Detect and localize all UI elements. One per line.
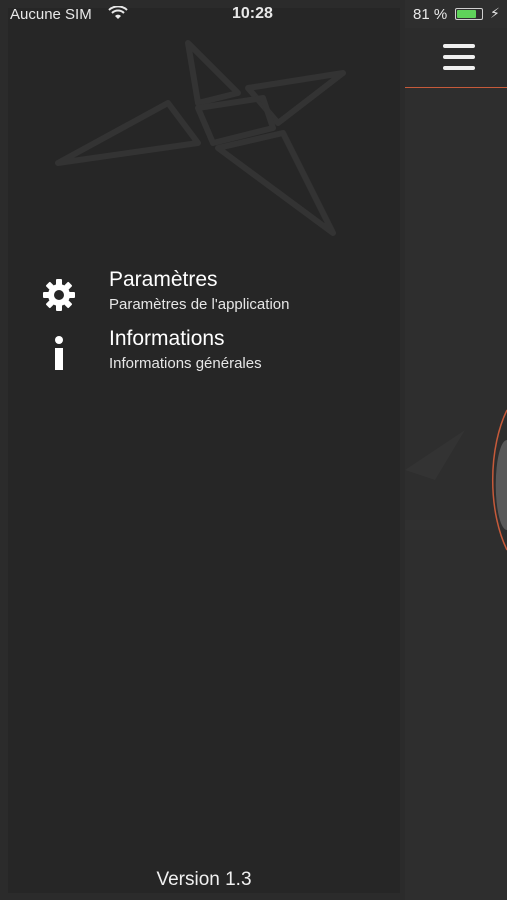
- menu-item-settings[interactable]: Paramètres Paramètres de l'application: [8, 268, 400, 326]
- hamburger-icon: [443, 44, 477, 70]
- background-graphic: [405, 409, 507, 551]
- menu-item-subtitle: Informations générales: [109, 355, 262, 372]
- menu-item-informations[interactable]: Informations Informations générales: [8, 327, 400, 385]
- wifi-icon: [108, 6, 128, 19]
- screen: Paramètres Paramètres de l'application I…: [0, 0, 507, 900]
- menu-item-title: Paramètres: [109, 268, 218, 291]
- side-drawer: Paramètres Paramètres de l'application I…: [8, 8, 400, 893]
- menu-button[interactable]: [443, 44, 477, 72]
- charging-icon: ⚡: [490, 5, 500, 21]
- carrier-label: Aucune SIM: [10, 6, 92, 23]
- version-label: Version 1.3: [156, 869, 252, 890]
- status-bar: Aucune SIM 10:28 81 % ⚡: [0, 0, 507, 28]
- navigation-bar: [405, 28, 507, 88]
- clock: 10:28: [232, 5, 273, 22]
- battery-percent: 81 %: [413, 6, 448, 23]
- battery-icon: [455, 8, 483, 20]
- gear-icon: [38, 274, 80, 316]
- menu-item-subtitle: Paramètres de l'application: [109, 296, 290, 313]
- logo-watermark: [55, 40, 346, 236]
- main-content: [405, 0, 507, 900]
- menu-item-title: Informations: [109, 327, 225, 350]
- info-icon: [38, 333, 80, 375]
